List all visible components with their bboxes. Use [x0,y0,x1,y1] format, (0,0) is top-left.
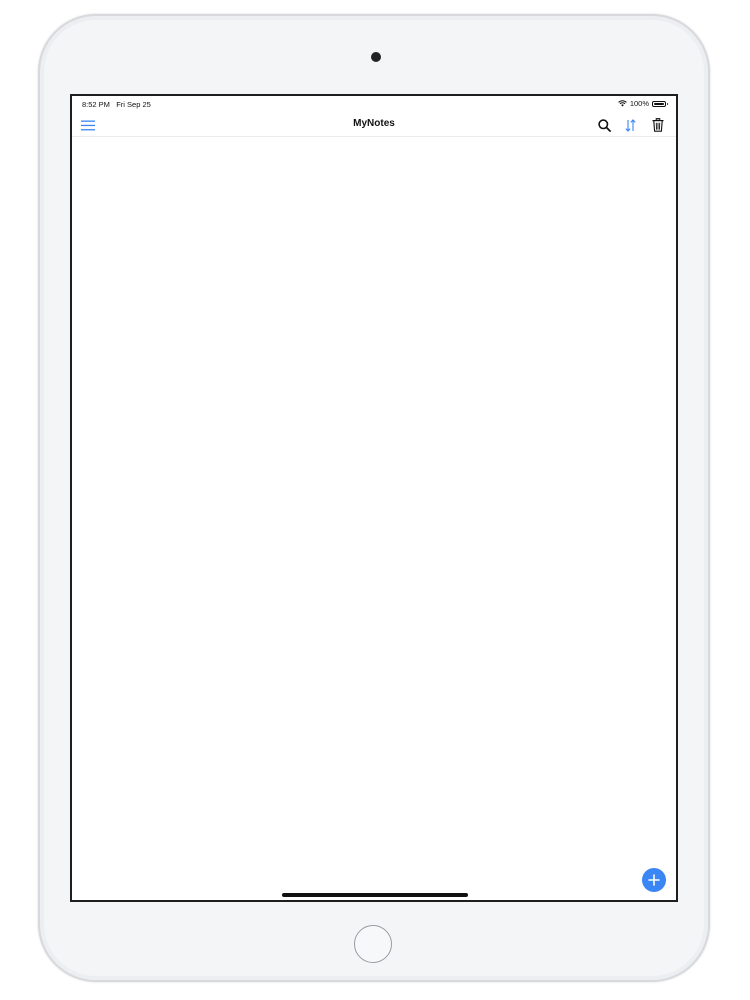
notes-list [72,137,676,900]
sort-button[interactable] [621,116,639,134]
front-camera [371,52,381,62]
status-time-date: 8:52 PM Fri Sep 25 [82,100,151,109]
wifi-icon [618,100,627,107]
plus-icon [648,874,660,886]
status-time: 8:52 PM [82,100,110,109]
home-indicator[interactable] [282,893,468,897]
search-icon [597,118,611,132]
battery-percent: 100% [629,99,649,108]
battery-icon [652,100,668,107]
status-indicators: 100% [618,99,668,108]
app-screen: 8:52 PM Fri Sep 25 100% MyNotes [70,94,678,902]
search-button[interactable] [595,116,613,134]
navigation-bar: MyNotes [72,112,676,137]
status-date: Fri Sep 25 [116,100,151,109]
add-note-button[interactable] [642,868,666,892]
page-title: MyNotes [353,118,395,129]
battery-fill [654,102,664,105]
delete-button[interactable] [649,116,667,134]
home-button[interactable] [354,925,392,963]
sort-icon [624,118,636,132]
trash-icon [652,118,664,132]
status-bar: 8:52 PM Fri Sep 25 100% [72,96,676,112]
